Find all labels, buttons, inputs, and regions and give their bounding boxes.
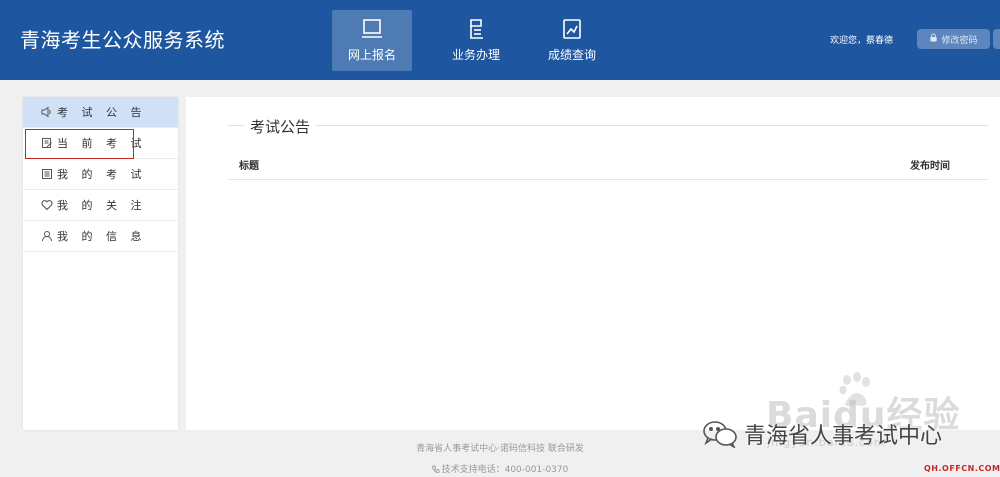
support-phone-text: 技术支持电话：400-001-0370 [441, 465, 569, 475]
list-document-icon [41, 168, 53, 180]
sidebar-item-current-exams[interactable]: 当 前 考 试 [23, 128, 178, 159]
sidebar-item-label: 我 的 考 试 [57, 168, 147, 181]
paw-logo-icon [839, 372, 870, 406]
app-title: 青海考生公众服务系统 [20, 28, 225, 52]
change-password-button[interactable]: 修改密码 [917, 29, 990, 49]
welcome-text: 欢迎您，蔡春德 [830, 36, 894, 46]
heart-icon [41, 199, 53, 211]
offcn-watermark: QH.OFFCN.COM [924, 464, 1000, 473]
column-header-date: 发布时间 [910, 161, 950, 172]
nav-item-business[interactable]: 业务办理 [428, 10, 524, 71]
wechat-icon [703, 421, 737, 448]
section-divider [228, 125, 988, 126]
logout-button[interactable] [993, 29, 1000, 49]
footer-support: 技术支持电话：400-001-0370 [0, 462, 1000, 475]
change-password-label: 修改密码 [941, 35, 978, 46]
wechat-account-watermark: 青海省人事考试中心 [702, 418, 942, 450]
nav-item-online-registration[interactable]: 网上报名 [332, 10, 412, 71]
sidebar-item-my-info[interactable]: 我 的 信 息 [23, 221, 178, 252]
speaker-icon [41, 106, 53, 118]
main-nav: 网上报名 业务办理 成绩查询 [332, 10, 620, 71]
lock-icon [929, 33, 938, 45]
sidebar-item-label: 我 的 信 息 [57, 230, 147, 243]
monitor-icon [361, 18, 383, 40]
column-header-title: 标题 [239, 161, 259, 172]
section-title: 考试公告 [244, 116, 317, 137]
nav-item-score-query[interactable]: 成绩查询 [524, 10, 620, 71]
sidebar-item-label: 我 的 关 注 [57, 199, 147, 212]
user-icon [41, 230, 53, 242]
nav-item-label: 网上报名 [347, 48, 396, 62]
sidebar: 考 试 公 告 当 前 考 试 我 的 考 试 我 的 关 注 我 的 信 息 [23, 97, 178, 430]
sidebar-item-my-exams[interactable]: 我 的 考 试 [23, 159, 178, 190]
sidebar-item-exam-announcements[interactable]: 考 试 公 告 [23, 97, 178, 128]
account-name: 青海省人事考试中心 [744, 424, 943, 449]
sidebar-item-my-follows[interactable]: 我 的 关 注 [23, 190, 178, 221]
sidebar-item-label: 当 前 考 试 [57, 137, 147, 150]
top-header: 青海考生公众服务系统 网上报名 业务办理 成绩查询 欢迎您，蔡春德 修改密码 [0, 0, 1000, 80]
sidebar-item-label: 考 试 公 告 [57, 106, 147, 119]
edit-document-icon [41, 137, 53, 149]
chart-icon [561, 18, 583, 40]
nav-item-label: 成绩查询 [547, 48, 596, 62]
phone-icon [431, 465, 442, 475]
document-icon [465, 18, 487, 40]
nav-item-label: 业务办理 [451, 48, 500, 62]
table-header: 标题 发布时间 [228, 151, 988, 180]
